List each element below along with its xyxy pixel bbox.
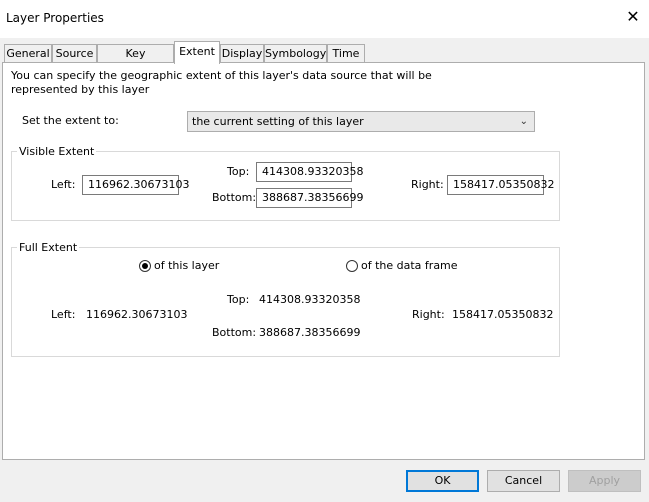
full-top-label: Top: <box>227 293 250 306</box>
tab-display[interactable]: Display <box>220 44 264 62</box>
ok-button[interactable]: OK <box>406 470 479 492</box>
full-extent-title: Full Extent <box>17 241 80 254</box>
window-title: Layer Properties <box>6 11 104 25</box>
visible-top-input[interactable]: 414308.93320358 <box>256 162 363 182</box>
full-right-value: 158417.05350832 <box>452 308 554 321</box>
full-top-value: 414308.93320358 <box>259 293 361 306</box>
radio-of-this-layer[interactable] <box>139 260 151 272</box>
full-right-label: Right: <box>412 308 445 321</box>
extent-description: You can specify the geographic extent of… <box>11 69 432 96</box>
tab-time[interactable]: Time <box>327 44 365 62</box>
visible-top-label: Top: <box>227 165 250 178</box>
visible-bottom-label: Bottom: <box>212 191 257 204</box>
close-icon[interactable]: ✕ <box>624 8 642 26</box>
set-extent-label: Set the extent to: <box>22 114 119 127</box>
full-bottom-label: Bottom: <box>212 326 257 339</box>
visible-left-input[interactable]: 116962.30673103 <box>82 175 189 195</box>
visible-extent-title: Visible Extent <box>17 145 97 158</box>
tab-symbology[interactable]: Symbology <box>264 44 327 62</box>
tab-key-metadata[interactable]: Key Metadata <box>97 44 174 77</box>
visible-right-input[interactable]: 158417.05350832 <box>447 175 554 195</box>
tab-extent[interactable]: Extent <box>174 41 220 64</box>
full-left-value: 116962.30673103 <box>86 308 188 321</box>
radio-of-the-data-frame[interactable] <box>346 260 358 272</box>
full-bottom-value: 388687.38356699 <box>259 326 361 339</box>
radio-of-the-data-frame-label[interactable]: of the data frame <box>361 259 458 272</box>
tab-general[interactable]: General <box>4 44 52 62</box>
cancel-button[interactable]: Cancel <box>487 470 560 492</box>
visible-right-label: Right: <box>411 178 444 191</box>
apply-button[interactable]: Apply <box>568 470 641 492</box>
chevron-down-icon: ⌄ <box>519 116 528 127</box>
tab-source[interactable]: Source <box>52 44 97 62</box>
set-extent-value: the current setting of this layer <box>192 115 364 128</box>
radio-of-this-layer-label[interactable]: of this layer <box>154 259 219 272</box>
full-left-label: Left: <box>51 308 76 321</box>
set-extent-dropdown[interactable]: the current setting of this layer ⌄ <box>187 111 535 132</box>
visible-left-label: Left: <box>51 178 76 191</box>
visible-bottom-input[interactable]: 388687.38356699 <box>256 188 363 208</box>
